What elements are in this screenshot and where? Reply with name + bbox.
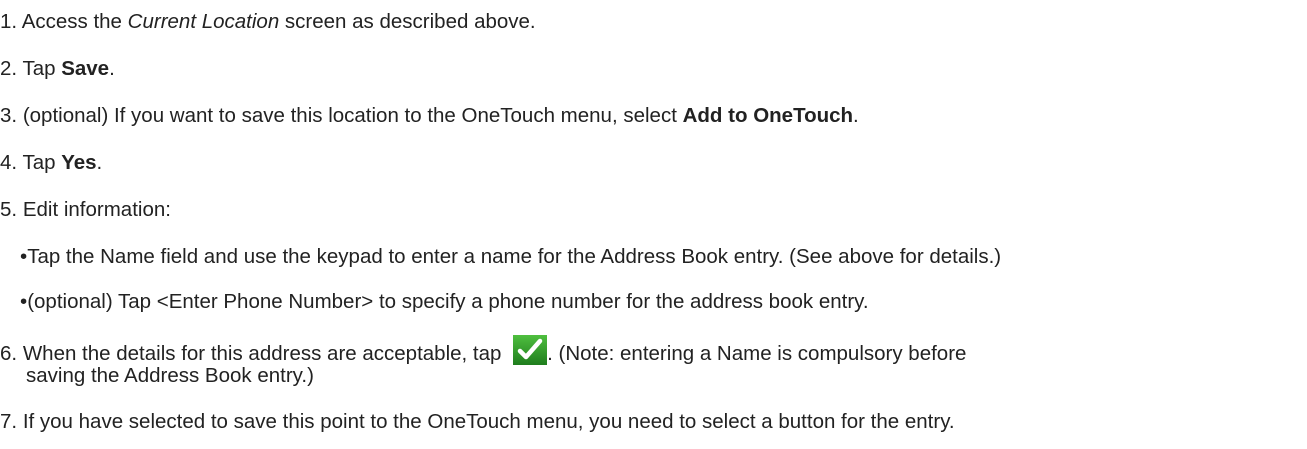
step-6-continuation: saving the Address Book entry.) — [26, 362, 314, 389]
step-number: 4. — [0, 151, 18, 174]
step-text: . (Note: entering a Name is compulsory b… — [547, 342, 967, 365]
option-name: Add to OneTouch — [682, 104, 854, 127]
step-4: 4. Tap Yes. — [0, 149, 102, 176]
step-2: 2. Tap Save. — [0, 55, 115, 82]
bullet-item-1: •Tap the Name field and use the keypad t… — [20, 243, 1001, 270]
screen-name: Current Location — [127, 10, 280, 33]
button-name: Save — [61, 57, 110, 80]
step-7: 7. If you have selected to save this poi… — [0, 408, 955, 435]
step-5: 5. Edit information: — [0, 196, 171, 223]
step-text: screen as described above. — [279, 10, 536, 33]
step-text: Access the — [21, 10, 128, 33]
step-text: (optional) If you want to save this loca… — [22, 104, 683, 127]
green-checkmark-icon — [513, 335, 548, 365]
step-text: Tap — [22, 151, 62, 174]
step-number: 1. — [0, 10, 18, 33]
bullet-item-2: •(optional) Tap <Enter Phone Number> to … — [20, 288, 869, 315]
step-number: 3. — [0, 104, 18, 127]
step-number: 7. — [0, 410, 18, 433]
step-text: . — [109, 57, 115, 80]
step-number: 5. — [0, 198, 18, 221]
step-number: 6. — [0, 342, 18, 365]
step-text: Edit information: — [22, 198, 171, 221]
step-text: . — [96, 151, 103, 174]
bullet-text: (optional) Tap <Enter Phone Number> to s… — [27, 290, 869, 313]
bullet-text: Tap the Name field and use the keypad to… — [27, 245, 1002, 268]
instruction-document: 1. Access the Current Location screen as… — [0, 0, 1307, 449]
button-name: Yes — [61, 151, 97, 174]
step-1: 1. Access the Current Location screen as… — [0, 8, 536, 35]
step-text: saving the Address Book entry.) — [26, 364, 314, 387]
step-text: Tap — [22, 57, 62, 80]
step-3: 3. (optional) If you want to save this l… — [0, 102, 859, 129]
step-text: . — [853, 104, 859, 127]
step-number: 2. — [0, 57, 18, 80]
step-text: If you have selected to save this point … — [22, 410, 955, 433]
